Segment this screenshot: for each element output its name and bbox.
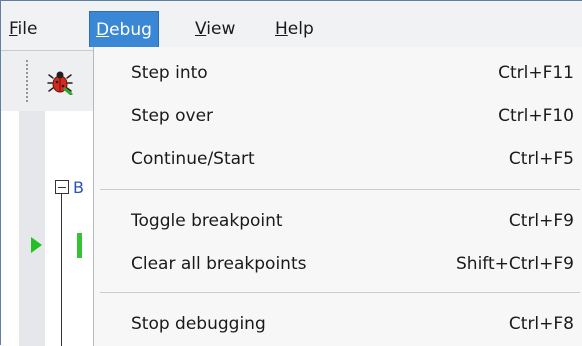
menu-file-label: ile — [17, 19, 38, 39]
menu-file[interactable]: File — [3, 11, 43, 47]
menu-item-step-over[interactable]: Step over Ctrl+F10 — [94, 96, 582, 136]
menu-item-shortcut: Ctrl+F5 — [508, 149, 574, 169]
menu-view-mnemonic: V — [195, 19, 207, 39]
menu-debug-label: ebug — [109, 20, 152, 40]
menu-item-shortcut: Ctrl+F8 — [508, 314, 574, 334]
menu-item-shortcut: Ctrl+F9 — [508, 211, 574, 231]
fold-guide-line — [61, 194, 62, 346]
debug-bug-icon[interactable] — [47, 69, 73, 96]
fold-collapse-icon[interactable] — [55, 180, 69, 194]
app-window: File Debug View Help B Step into Ctrl+F1… — [0, 0, 582, 346]
menu-item-label: Step over — [131, 106, 214, 126]
menu-view-label: iew — [206, 19, 236, 39]
menu-debug-mnemonic: D — [96, 20, 110, 40]
menu-item-stop-debugging[interactable]: Stop debugging Ctrl+F8 — [94, 304, 582, 344]
menu-debug[interactable]: Debug — [89, 11, 159, 47]
toolbar-grip[interactable] — [25, 59, 29, 103]
menu-separator — [100, 292, 580, 293]
menu-item-label: Stop debugging — [131, 314, 266, 334]
menu-help-label: elp — [287, 19, 314, 39]
menu-item-shortcut: Shift+Ctrl+F9 — [456, 254, 574, 274]
menu-item-shortcut: Ctrl+F10 — [498, 106, 574, 126]
menu-item-label: Clear all breakpoints — [131, 254, 307, 274]
code-text: B — [73, 178, 84, 197]
menu-item-toggle-breakpoint[interactable]: Toggle breakpoint Ctrl+F9 — [94, 201, 582, 241]
menu-bar: File Debug View Help — [1, 1, 582, 51]
code-editor[interactable] — [1, 111, 93, 346]
menu-separator — [100, 189, 580, 190]
menu-item-continue-start[interactable]: Continue/Start Ctrl+F5 — [94, 139, 582, 179]
menu-item-shortcut: Ctrl+F11 — [498, 63, 574, 83]
menu-help[interactable]: Help — [269, 11, 320, 47]
breakpoint-gutter[interactable] — [19, 111, 45, 346]
menu-item-clear-all-breakpoints[interactable]: Clear all breakpoints Shift+Ctrl+F9 — [94, 244, 582, 284]
menu-item-label: Continue/Start — [131, 149, 255, 169]
execution-arrow-icon — [31, 237, 42, 253]
menu-item-label: Step into — [131, 63, 208, 83]
menu-item-step-into[interactable]: Step into Ctrl+F11 — [94, 53, 582, 93]
menu-view[interactable]: View — [189, 11, 241, 47]
current-line-marker — [77, 233, 82, 258]
debug-menu-dropdown: Step into Ctrl+F11 Step over Ctrl+F10 Co… — [93, 47, 582, 346]
menu-file-mnemonic: F — [9, 19, 18, 39]
menu-help-mnemonic: H — [275, 19, 288, 39]
menu-item-label: Toggle breakpoint — [131, 211, 283, 231]
